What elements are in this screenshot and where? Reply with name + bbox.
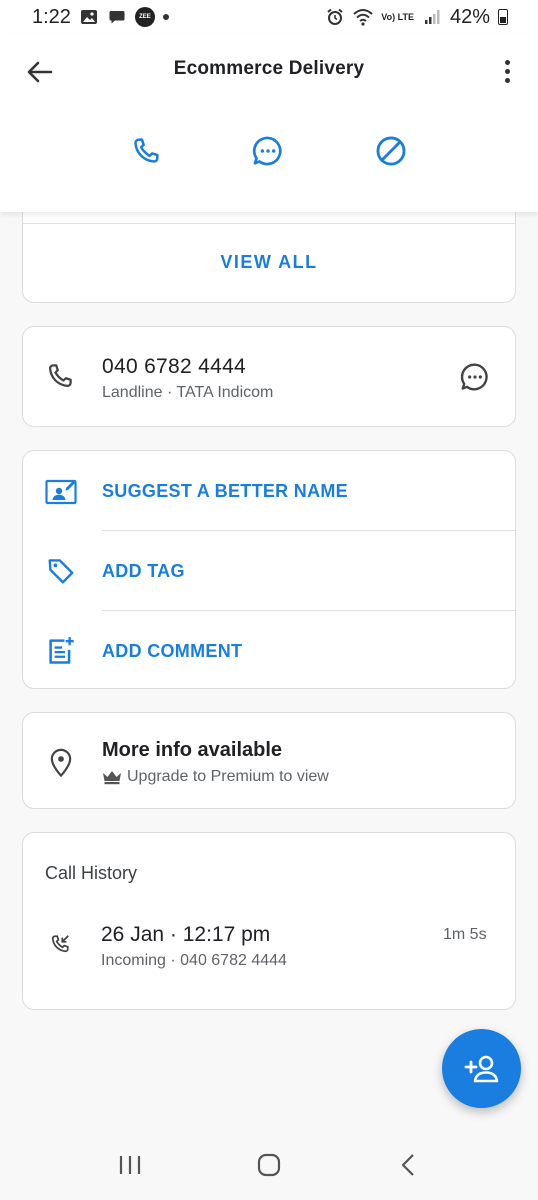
back-arrow-icon [27,61,53,83]
call-history-title: Call History [45,863,138,883]
phone-card[interactable]: 040 6782 4444 Landline · TATA Indicom [22,326,516,427]
signal-icon [422,7,442,27]
nav-back-icon [402,1154,415,1176]
more-vert-dot [504,77,510,83]
phone-icon [134,138,159,163]
premium-upgrade-text[interactable]: Upgrade to Premium to view [102,768,329,786]
add-comment-icon [45,635,77,667]
phone-meta: Landline · TATA Indicom [102,384,274,401]
nav-back-button[interactable] [388,1145,428,1185]
more-info-title: More info available [102,739,283,761]
message-icon [252,136,282,166]
add-tag-row[interactable]: ADD TAG [23,531,515,611]
card-divider [23,223,515,224]
add-comment-label: ADD COMMENT [102,641,243,661]
alarm-icon [325,7,345,27]
location-pin-icon [47,747,75,784]
status-bar: 1:22 ZEE Vo) LTE 42% [0,0,538,34]
status-right: Vo) LTE 42% [325,6,508,29]
add-person-icon [464,1055,498,1082]
volte-icon: Vo) LTE [381,11,414,22]
tag-icon [45,555,77,587]
more-vert-icon [504,59,510,65]
battery-icon [498,9,508,25]
suggest-name-icon [45,475,77,507]
actions-card: SUGGEST A BETTER NAME ADD TAG ADD COMMEN… [22,450,516,689]
view-all-button[interactable]: VIEW ALL [23,252,515,273]
message-icon [460,363,488,391]
call-button[interactable] [127,132,165,170]
home-button[interactable] [249,1145,289,1185]
wifi-icon [353,7,373,27]
app-bar: Ecommerce Delivery [0,34,538,212]
incoming-call-icon [49,933,71,960]
add-contact-fab[interactable] [442,1029,521,1108]
gallery-notification-icon [79,7,99,27]
phone-number[interactable]: 040 6782 4444 [102,355,246,379]
call-history-card: Call History 26 Jan · 12:17 pm Incoming … [22,832,516,1010]
status-time: 1:22 [32,5,71,28]
suggest-name-label: SUGGEST A BETTER NAME [102,481,348,501]
overflow-menu-button[interactable] [492,56,522,86]
sms-button[interactable] [459,361,491,398]
add-tag-label: ADD TAG [102,561,185,581]
more-info-card[interactable]: More info available Upgrade to Premium t… [22,712,516,809]
home-icon [257,1153,281,1177]
page-title: Ecommerce Delivery [173,58,365,79]
call-duration: 1m 5s [443,926,487,943]
call-datetime[interactable]: 26 Jan · 12:17 pm [101,923,270,947]
zee-notification-icon: ZEE [134,7,155,27]
crown-icon [103,771,121,785]
battery-percent: 42% [449,5,490,28]
block-icon [376,136,406,166]
more-vert-dot [504,68,510,74]
call-meta: Incoming · 040 6782 4444 [101,952,287,969]
block-button[interactable] [372,132,410,170]
recents-icon [119,1156,140,1174]
phone-number-icon [45,361,75,396]
recents-button[interactable] [110,1145,150,1185]
suggest-name-row[interactable]: SUGGEST A BETTER NAME [23,451,515,531]
back-button[interactable] [22,54,58,90]
phone-icon [49,364,72,387]
more-notifications-dot [162,14,169,20]
system-nav-bar [0,1130,538,1200]
message-notification-icon [107,7,127,27]
status-left: 1:22 ZEE [32,6,169,29]
premium-upgrade-label: Upgrade to Premium to view [127,768,329,785]
add-comment-row[interactable]: ADD COMMENT [23,611,515,691]
message-button[interactable] [249,132,287,170]
